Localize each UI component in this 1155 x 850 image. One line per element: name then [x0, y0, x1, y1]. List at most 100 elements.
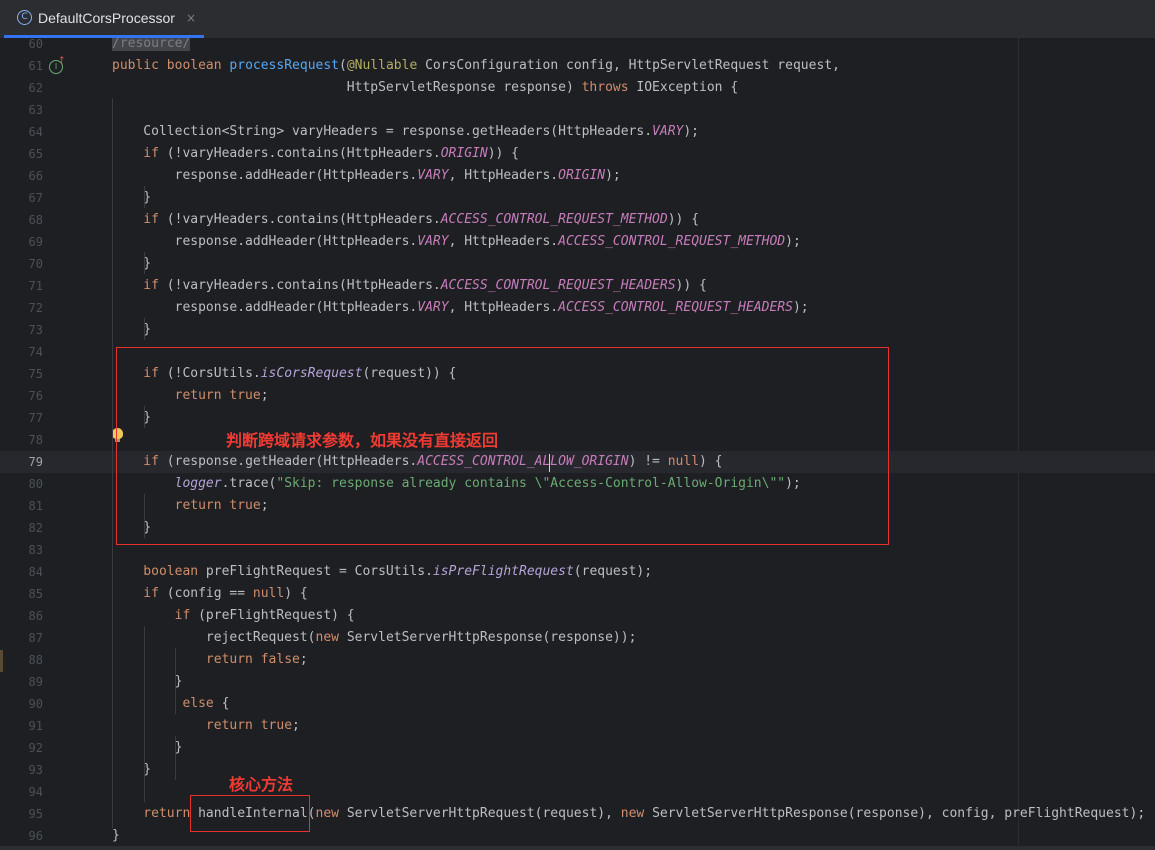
code-text: } — [112, 256, 152, 271]
code-text: } — [112, 740, 183, 755]
code-text: } — [112, 322, 152, 337]
line-number[interactable]: 73 — [0, 319, 43, 341]
line-number[interactable]: 91 — [0, 715, 43, 737]
line-number[interactable]: 62 — [0, 77, 43, 99]
line-number[interactable]: 74 — [0, 341, 43, 363]
line-number[interactable]: 84 — [0, 561, 43, 583]
code-text: response.addHeader(HttpHeaders.VARY, Htt… — [112, 300, 809, 315]
code-text: if (!varyHeaders.contains(HttpHeaders.AC… — [112, 212, 700, 227]
indent-guide — [144, 318, 145, 340]
code-text: if (!varyHeaders.contains(HttpHeaders.AC… — [112, 278, 707, 293]
line-number[interactable]: 65 — [0, 143, 43, 165]
line-number[interactable]: 70 — [0, 253, 43, 275]
indent-guide — [175, 648, 176, 714]
code-text: else { — [112, 696, 230, 711]
code-line[interactable]: 67 } — [0, 187, 1155, 209]
code-line[interactable]: 88 return false; — [0, 649, 1155, 671]
line-number[interactable]: 90 — [0, 693, 43, 715]
line-number[interactable]: 92 — [0, 737, 43, 759]
indent-guide — [112, 98, 113, 828]
line-number[interactable]: 66 — [0, 165, 43, 187]
indent-guide — [175, 736, 176, 780]
code-text: return false; — [112, 652, 308, 667]
code-line[interactable]: 94 — [0, 781, 1155, 803]
code-line[interactable]: 85 if (config == null) { — [0, 583, 1155, 605]
code-line[interactable]: 92 } — [0, 737, 1155, 759]
code-line[interactable]: 86 if (preFlightRequest) { — [0, 605, 1155, 627]
code-line[interactable]: 90 else { — [0, 693, 1155, 715]
core-method-annotation: 核心方法 — [229, 775, 294, 794]
code-line[interactable]: 84 boolean preFlightRequest = CorsUtils.… — [0, 561, 1155, 583]
tab-title: DefaultCorsProcessor — [38, 9, 175, 26]
code-text: } — [112, 762, 152, 777]
line-number[interactable]: 68 — [0, 209, 43, 231]
indent-guide — [144, 626, 145, 802]
line-number[interactable]: 75 — [0, 363, 43, 385]
code-line[interactable]: 64 Collection<String> varyHeaders = resp… — [0, 121, 1155, 143]
code-text: if (preFlightRequest) { — [112, 608, 355, 623]
line-number[interactable]: 86 — [0, 605, 43, 627]
line-number[interactable]: 76 — [0, 385, 43, 407]
cors-check-annotation: 判断跨域请求参数，如果没有直接返回 — [226, 431, 499, 450]
code-line[interactable]: 63 — [0, 99, 1155, 121]
line-number[interactable]: 96 — [0, 825, 43, 846]
code-text: /resource/ — [112, 38, 191, 51]
code-line[interactable]: 93 } — [0, 759, 1155, 781]
line-number[interactable]: 81 — [0, 495, 43, 517]
code-line[interactable]: 91 return true; — [0, 715, 1155, 737]
line-number[interactable]: 61 — [0, 55, 43, 77]
code-text: } — [112, 828, 120, 843]
line-number[interactable]: 88 — [0, 649, 43, 671]
code-line[interactable]: 96} — [0, 825, 1155, 846]
line-number[interactable]: 77 — [0, 407, 43, 429]
editor-tab-bar: C DefaultCorsProcessor × — [0, 0, 1155, 39]
tab-default-cors-processor[interactable]: C DefaultCorsProcessor × — [4, 0, 204, 38]
code-text: if (!varyHeaders.contains(HttpHeaders.OR… — [112, 146, 520, 161]
line-number[interactable]: 89 — [0, 671, 43, 693]
line-number[interactable]: 87 — [0, 627, 43, 649]
code-line[interactable]: 61 public boolean processRequest(@Nullabl… — [0, 55, 1155, 77]
code-line[interactable]: 73 } — [0, 319, 1155, 341]
code-line[interactable]: 70 } — [0, 253, 1155, 275]
code-line[interactable]: 60/resource/ — [0, 38, 1155, 55]
line-number[interactable]: 85 — [0, 583, 43, 605]
code-text: } — [112, 190, 152, 205]
code-text: Collection<String> varyHeaders = respons… — [112, 124, 700, 139]
line-number[interactable]: 63 — [0, 99, 43, 121]
line-number[interactable]: 95 — [0, 803, 43, 825]
code-line[interactable]: 71 if (!varyHeaders.contains(HttpHeaders… — [0, 275, 1155, 297]
line-number[interactable]: 69 — [0, 231, 43, 253]
code-line[interactable]: 72 response.addHeader(HttpHeaders.VARY, … — [0, 297, 1155, 319]
line-number[interactable]: 82 — [0, 517, 43, 539]
code-line[interactable]: 89 } — [0, 671, 1155, 693]
code-text: if (config == null) { — [112, 586, 308, 601]
code-text: return true; — [112, 718, 300, 733]
code-line[interactable]: 66 response.addHeader(HttpHeaders.VARY, … — [0, 165, 1155, 187]
line-number[interactable]: 93 — [0, 759, 43, 781]
code-line[interactable]: 65 if (!varyHeaders.contains(HttpHeaders… — [0, 143, 1155, 165]
line-number[interactable]: 79 — [0, 451, 43, 473]
indent-guide — [144, 186, 145, 208]
status-strip — [0, 846, 1155, 850]
indent-guide — [144, 252, 145, 274]
line-number[interactable]: 64 — [0, 121, 43, 143]
line-number[interactable]: 72 — [0, 297, 43, 319]
line-number[interactable]: 80 — [0, 473, 43, 495]
code-text: public boolean processRequest(@Nullable … — [112, 58, 840, 73]
class-icon: C — [17, 10, 32, 25]
code-line[interactable]: 62 HttpServletResponse response) throws … — [0, 77, 1155, 99]
line-number[interactable]: 67 — [0, 187, 43, 209]
line-number[interactable]: 94 — [0, 781, 43, 803]
close-icon[interactable]: × — [186, 11, 196, 25]
code-text: response.addHeader(HttpHeaders.VARY, Htt… — [112, 168, 621, 183]
handle-internal-highlight-box — [190, 795, 310, 832]
code-line[interactable]: 95 return handleInternal(new ServletServ… — [0, 803, 1155, 825]
code-line[interactable]: 87 rejectRequest(new ServletServerHttpRe… — [0, 627, 1155, 649]
code-line[interactable]: 68 if (!varyHeaders.contains(HttpHeaders… — [0, 209, 1155, 231]
line-number[interactable]: 78 — [0, 429, 43, 451]
line-number[interactable]: 71 — [0, 275, 43, 297]
line-number[interactable]: 83 — [0, 539, 43, 561]
code-text: HttpServletResponse response) throws IOE… — [112, 80, 739, 95]
line-number[interactable]: 60 — [0, 38, 43, 55]
code-line[interactable]: 69 response.addHeader(HttpHeaders.VARY, … — [0, 231, 1155, 253]
